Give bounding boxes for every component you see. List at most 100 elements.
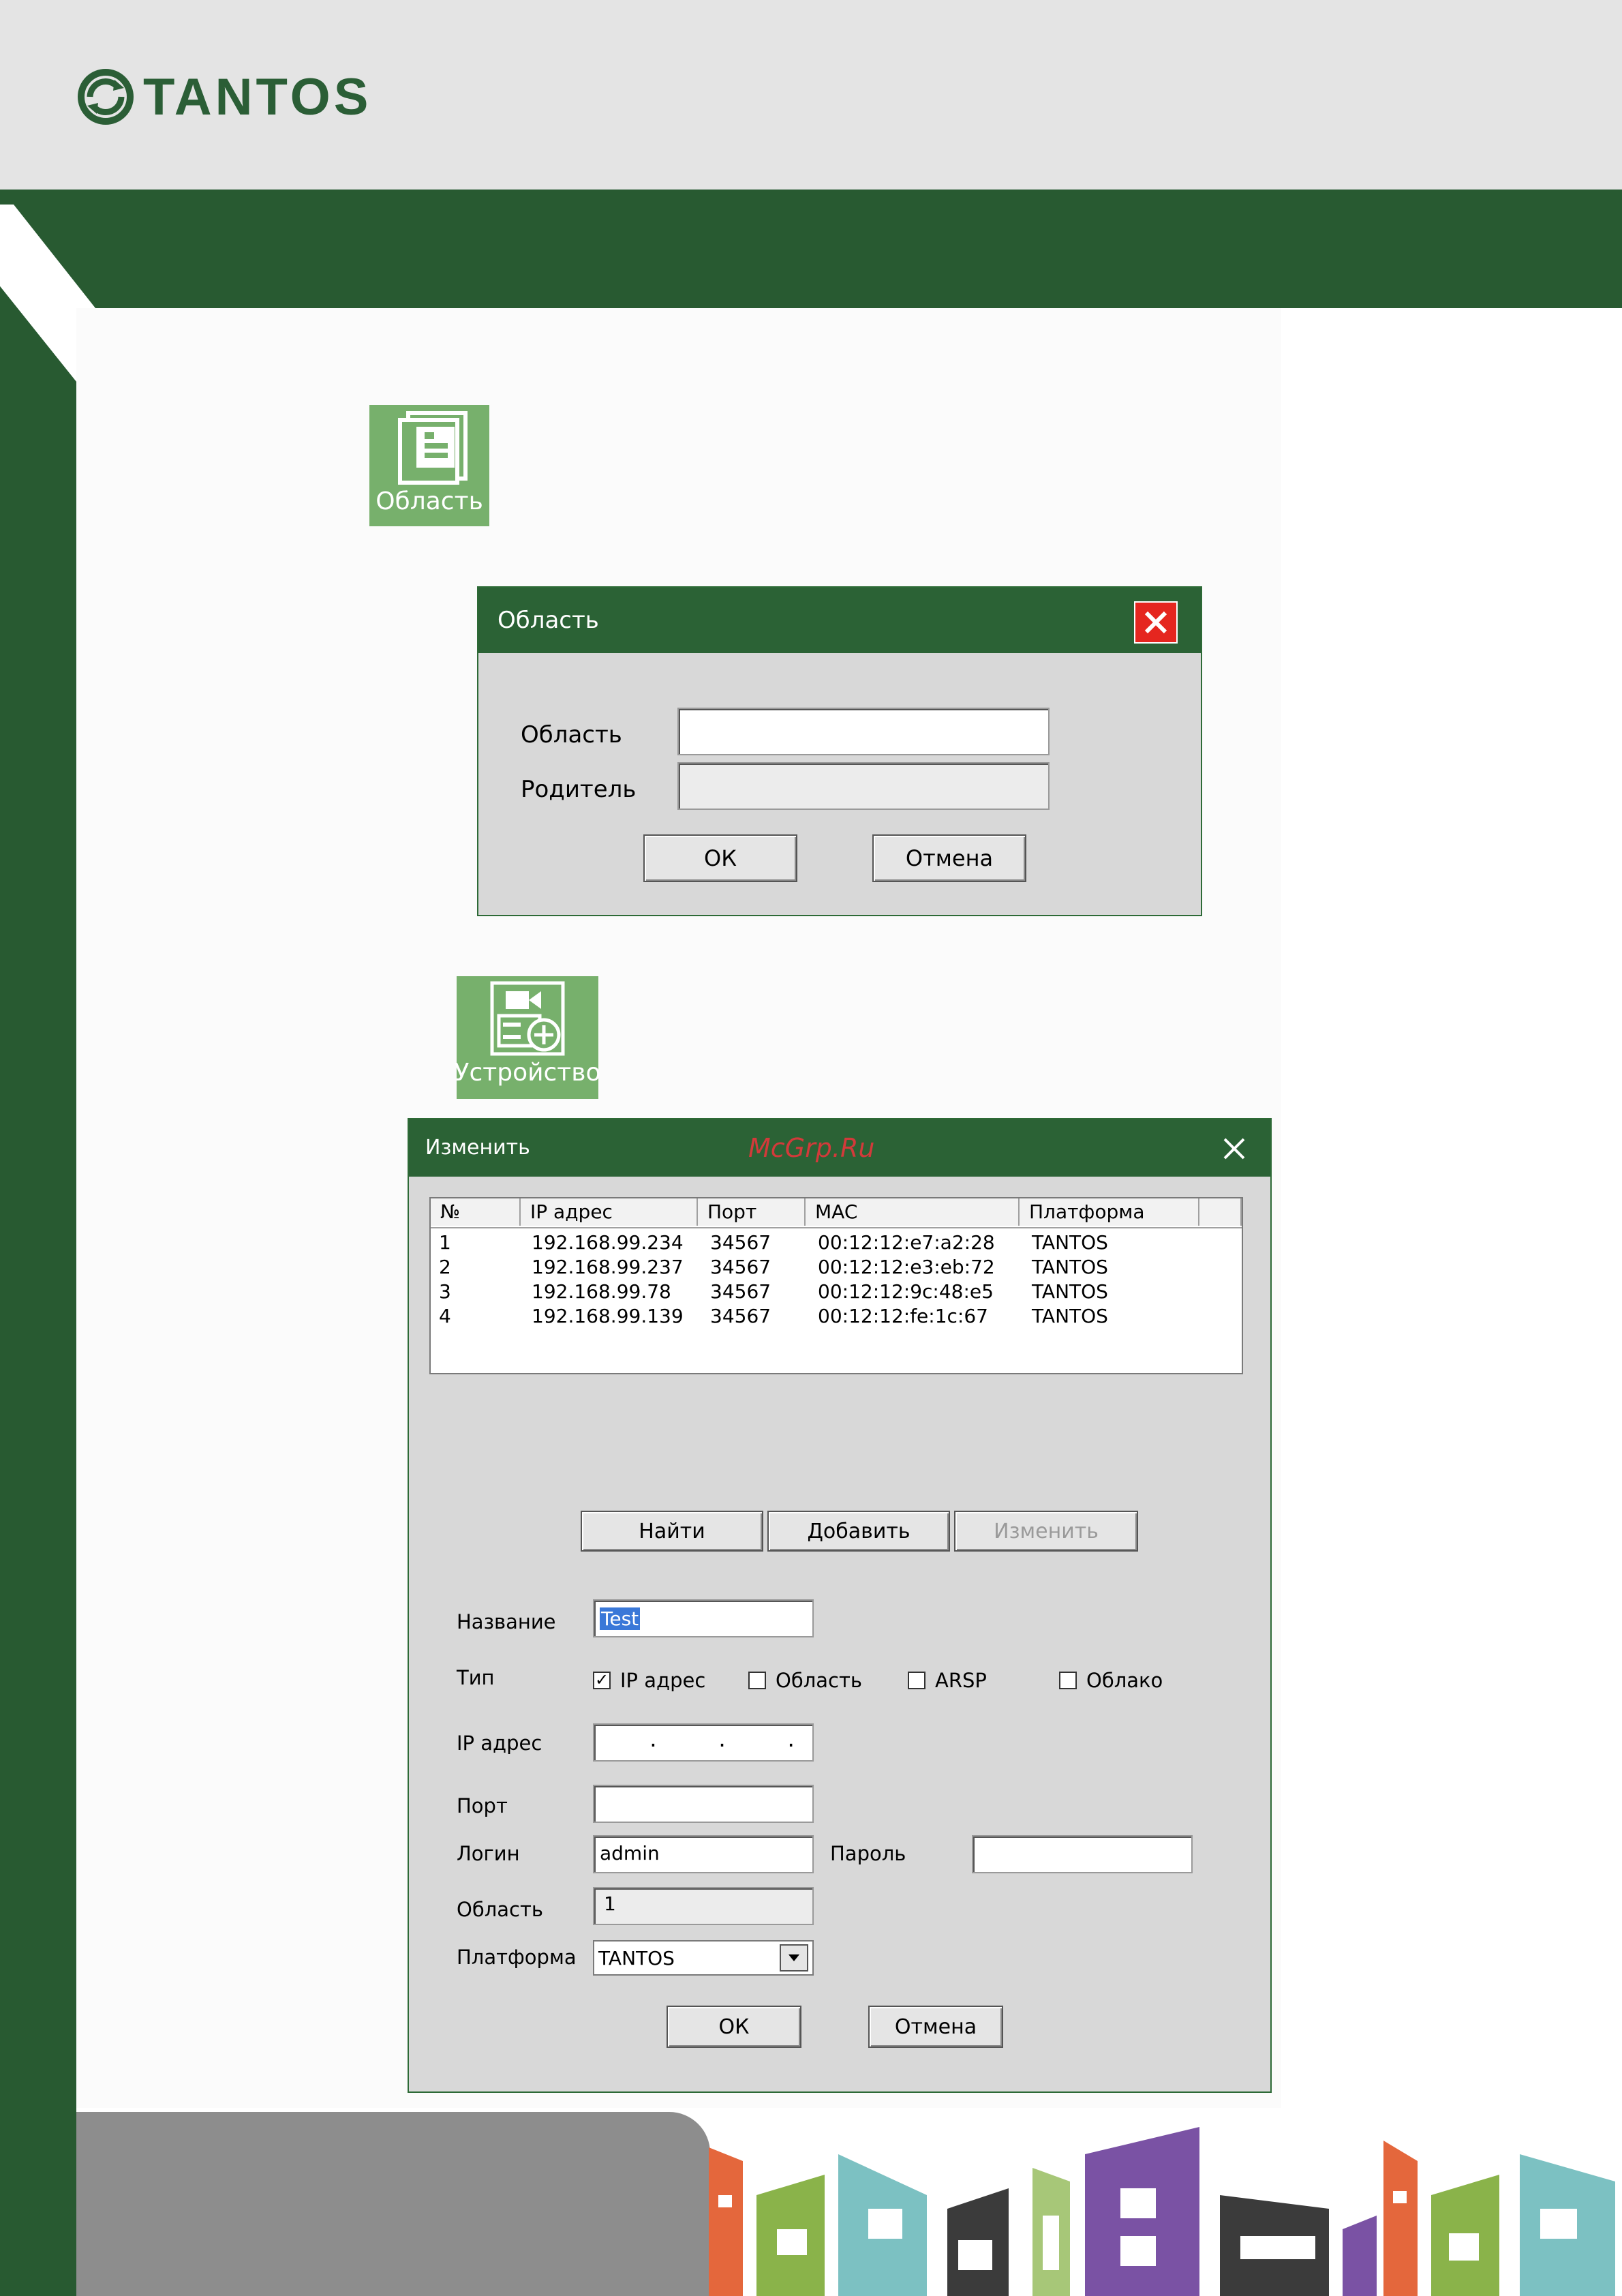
type-area-label: Область	[776, 1669, 862, 1692]
brand-name: TANTOS	[143, 67, 372, 126]
table-row[interactable]: 1 192.168.99.234 34567 00:12:12:e7:a2:28…	[431, 1231, 1242, 1256]
column-platform[interactable]: Платформа	[1020, 1198, 1199, 1226]
password-label: Пароль	[830, 1842, 906, 1865]
port-label: Порт	[457, 1794, 508, 1817]
row-number: 2	[439, 1256, 451, 1278]
port-input[interactable]	[593, 1785, 814, 1823]
name-input-value: Test	[600, 1607, 641, 1630]
type-arsp-checkbox[interactable]	[908, 1672, 925, 1689]
area-label: Область	[521, 721, 622, 749]
type-arsp-label: ARSP	[935, 1669, 987, 1692]
type-arsp-option[interactable]: ARSP	[908, 1669, 987, 1692]
ok-button[interactable]: ОК	[667, 2006, 801, 2048]
name-input[interactable]: Test	[593, 1599, 814, 1637]
city-skyline-illustration	[709, 2127, 1615, 2296]
close-button[interactable]	[1217, 1132, 1251, 1166]
type-label: Тип	[457, 1666, 495, 1689]
type-area-option[interactable]: Область	[748, 1669, 862, 1692]
login-label: Логин	[457, 1842, 520, 1865]
area-tile[interactable]: Область	[369, 405, 489, 526]
edit-button[interactable]: Изменить	[954, 1511, 1138, 1552]
row-ip: 192.168.99.78	[532, 1280, 671, 1303]
ok-button[interactable]: ОК	[643, 834, 797, 882]
platform-select-value: TANTOS	[598, 1947, 675, 1969]
row-number: 1	[439, 1231, 451, 1254]
edit-dialog: Изменить McGrp.Ru № IP адрес Порт MAC Пл…	[408, 1118, 1272, 2093]
close-button[interactable]	[1134, 601, 1178, 644]
edit-dialog-title: Изменить	[425, 1136, 530, 1160]
type-cloud-checkbox[interactable]	[1059, 1672, 1077, 1689]
area-dialog: Область Область Родитель ОК Отмена	[477, 586, 1202, 916]
column-ip[interactable]: IP адрес	[521, 1198, 698, 1226]
footer-grey-panel	[76, 2112, 710, 2296]
ip-input-value: . . .	[647, 1729, 797, 1751]
row-mac: 00:12:12:fe:1c:67	[818, 1305, 988, 1327]
row-ip: 192.168.99.139	[532, 1305, 684, 1327]
table-row[interactable]: 4 192.168.99.139 34567 00:12:12:fe:1c:67…	[431, 1305, 1242, 1329]
login-input[interactable]: admin	[593, 1835, 814, 1873]
row-number: 3	[439, 1280, 451, 1303]
chevron-down-icon	[789, 1954, 799, 1961]
row-number: 4	[439, 1305, 451, 1327]
device-tile-label: Устройство	[454, 1059, 601, 1087]
logo: TANTOS	[76, 63, 371, 131]
type-ip-option[interactable]: ✓ IP адрес	[593, 1669, 705, 1692]
row-mac: 00:12:12:9c:48:e5	[818, 1280, 994, 1303]
row-platform: TANTOS	[1032, 1305, 1108, 1327]
row-platform: TANTOS	[1032, 1280, 1108, 1303]
password-input[interactable]	[972, 1835, 1193, 1873]
row-mac: 00:12:12:e7:a2:28	[818, 1231, 995, 1254]
row-port: 34567	[710, 1256, 771, 1278]
login-input-value: admin	[600, 1842, 660, 1864]
watermark: McGrp.Ru	[748, 1133, 875, 1163]
name-label: Название	[457, 1610, 556, 1633]
platform-label: Платформа	[457, 1946, 577, 1969]
green-band	[0, 190, 1622, 308]
dropdown-button[interactable]	[780, 1944, 808, 1972]
edit-dialog-titlebar: Изменить McGrp.Ru	[409, 1119, 1270, 1177]
parent-label: Родитель	[521, 776, 637, 803]
type-ip-checkbox[interactable]: ✓	[593, 1672, 611, 1689]
row-platform: TANTOS	[1032, 1231, 1108, 1254]
row-ip: 192.168.99.234	[532, 1231, 684, 1254]
add-device-icon	[490, 981, 565, 1056]
tantos-logo-icon	[78, 69, 134, 125]
table-row[interactable]: 3 192.168.99.78 34567 00:12:12:9c:48:e5 …	[431, 1280, 1242, 1305]
type-cloud-option[interactable]: Облако	[1059, 1669, 1163, 1692]
column-empty	[1199, 1198, 1242, 1226]
find-button[interactable]: Найти	[581, 1511, 763, 1552]
column-number[interactable]: №	[431, 1198, 521, 1226]
area-dialog-titlebar: Область	[478, 588, 1201, 653]
area-icon	[398, 411, 468, 485]
close-icon	[1223, 1138, 1245, 1160]
row-port: 34567	[710, 1280, 771, 1303]
row-ip: 192.168.99.237	[532, 1256, 684, 1278]
type-cloud-label: Облако	[1086, 1669, 1163, 1692]
add-button[interactable]: Добавить	[767, 1511, 950, 1552]
ip-input[interactable]: . . .	[593, 1723, 814, 1762]
parent-input[interactable]	[677, 762, 1050, 810]
area-tile-label: Область	[376, 487, 483, 515]
device-area-value: 1	[604, 1892, 616, 1915]
device-table[interactable]: № IP адрес Порт MAC Платформа 1 192.168.…	[429, 1197, 1243, 1374]
ip-label: IP адрес	[457, 1732, 542, 1755]
row-port: 34567	[710, 1305, 771, 1327]
device-area-label: Область	[457, 1898, 543, 1921]
area-input[interactable]	[677, 708, 1050, 755]
column-mac[interactable]: MAC	[806, 1198, 1020, 1226]
table-header: № IP адрес Порт MAC Платформа	[431, 1198, 1242, 1228]
left-bar	[0, 190, 76, 2296]
close-icon	[1144, 611, 1167, 634]
table-row[interactable]: 2 192.168.99.237 34567 00:12:12:e3:eb:72…	[431, 1256, 1242, 1280]
device-tile[interactable]: Устройство	[454, 976, 601, 1099]
type-area-checkbox[interactable]	[748, 1672, 766, 1689]
device-area-input[interactable]: 1	[593, 1887, 814, 1925]
platform-select[interactable]: TANTOS	[593, 1940, 814, 1976]
row-mac: 00:12:12:e3:eb:72	[818, 1256, 995, 1278]
row-platform: TANTOS	[1032, 1256, 1108, 1278]
area-dialog-title: Область	[498, 607, 599, 634]
cancel-button[interactable]: Отмена	[872, 834, 1026, 882]
cancel-button[interactable]: Отмена	[868, 2006, 1003, 2048]
row-port: 34567	[710, 1231, 771, 1254]
column-port[interactable]: Порт	[698, 1198, 806, 1226]
